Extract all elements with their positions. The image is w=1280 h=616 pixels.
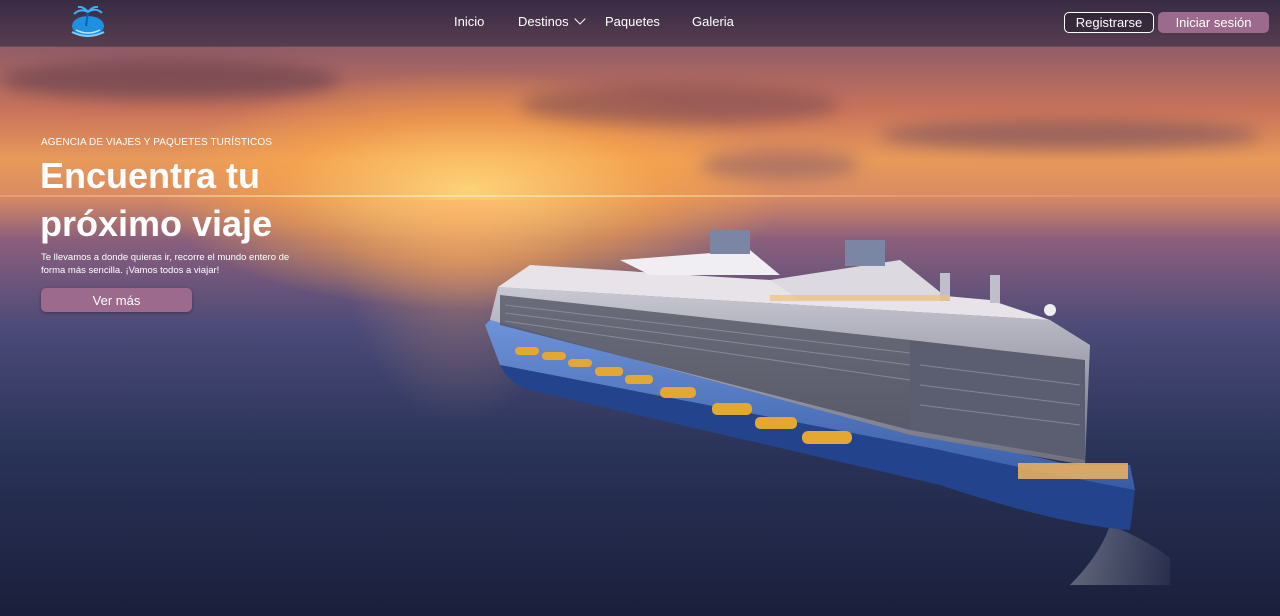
hero-description: Te llevamos a donde quieras ir, recorre …: [41, 252, 290, 276]
cloud: [880, 120, 1260, 150]
palm-island-logo-icon[interactable]: [66, 6, 110, 40]
cruise-ship-image: [485, 230, 1170, 585]
hero-background: [0, 0, 1280, 616]
cloud: [700, 150, 860, 180]
hero-title: Encuentra tu próximo viaje: [40, 155, 273, 244]
login-button[interactable]: Iniciar sesión: [1158, 12, 1269, 33]
register-button[interactable]: Registrarse: [1064, 12, 1154, 33]
nav-link-galeria[interactable]: Galeria: [692, 14, 734, 29]
nav-link-inicio[interactable]: Inicio: [454, 14, 484, 29]
nav-link-destinos[interactable]: Destinos: [518, 13, 586, 29]
nav-link-paquetes[interactable]: Paquetes: [605, 14, 660, 29]
cloud: [520, 85, 840, 125]
top-navbar: Inicio Destinos Paquetes Galeria Registr…: [0, 0, 1280, 47]
hero-kicker: AGENCIA DE VIAJES Y PAQUETES TURÍSTICOS: [41, 137, 272, 148]
see-more-button[interactable]: Ver más: [41, 288, 192, 312]
chevron-down-icon: [573, 13, 586, 25]
nav-link-destinos-label: Destinos: [518, 14, 569, 29]
cloud: [0, 60, 340, 100]
